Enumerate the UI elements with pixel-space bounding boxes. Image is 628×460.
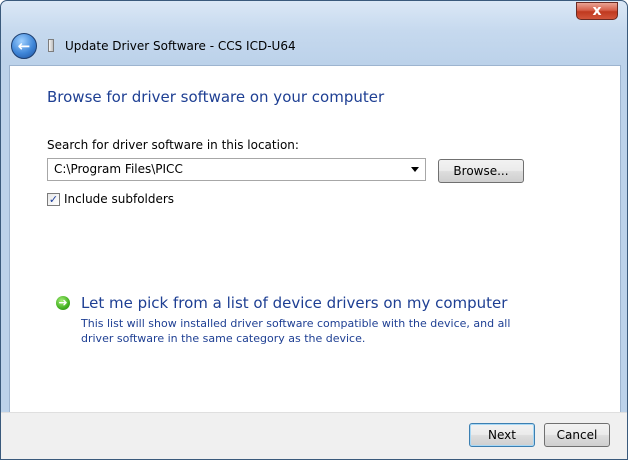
next-button[interactable]: Next: [469, 423, 535, 447]
close-icon: x: [592, 3, 602, 19]
green-arrow-icon: ➜: [56, 296, 70, 310]
update-driver-window: x ← Update Driver Software - CCS ICD-U64…: [0, 0, 628, 460]
cancel-button[interactable]: Cancel: [544, 423, 610, 447]
include-subfolders-label[interactable]: Include subfolders: [64, 192, 174, 206]
page-heading: Browse for driver software on your compu…: [47, 88, 385, 106]
pick-from-list-description: This list will show installed driver sof…: [81, 317, 511, 345]
back-arrow-icon: ←: [17, 37, 31, 55]
browse-button[interactable]: Browse...: [438, 159, 524, 183]
wizard-content: Browse for driver software on your compu…: [9, 65, 621, 412]
pick-from-list-link[interactable]: Let me pick from a list of device driver…: [81, 294, 507, 312]
title-bar: ← Update Driver Software - CCS ICD-U64: [1, 25, 627, 65]
path-value: C:\Program Files\PICC: [54, 162, 183, 176]
search-location-label: Search for driver software in this locat…: [47, 138, 299, 152]
device-icon: [48, 39, 54, 52]
wizard-footer: Next Cancel: [1, 412, 627, 459]
include-subfolders-checkbox[interactable]: ✓: [47, 193, 60, 206]
path-combobox[interactable]: C:\Program Files\PICC: [47, 158, 426, 181]
back-button[interactable]: ←: [11, 33, 37, 59]
close-button[interactable]: x: [576, 2, 618, 20]
chevron-down-icon[interactable]: [411, 167, 419, 172]
window-title: Update Driver Software - CCS ICD-U64: [65, 39, 296, 53]
